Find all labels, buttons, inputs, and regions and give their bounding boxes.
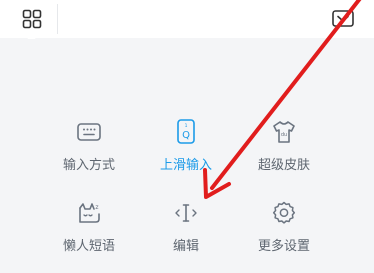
super-skin-label: 超级皮肤 — [257, 158, 310, 173]
text-cursor-edit-icon — [173, 200, 199, 226]
svg-text:z: z — [95, 204, 98, 211]
super-skin-button[interactable]: du 超级皮肤 — [244, 119, 324, 173]
svg-text:Q: Q — [182, 130, 190, 141]
more-settings-label: 更多设置 — [257, 239, 310, 254]
swipe-up-key-icon: 1 Q — [173, 119, 199, 145]
edit-label: 编辑 — [172, 239, 199, 254]
svg-text:1: 1 — [185, 123, 188, 129]
keyboard-toolbar — [0, 0, 374, 51]
gear-icon — [271, 200, 297, 226]
input-method-button[interactable]: 输入方式 — [49, 119, 129, 173]
svg-text:du: du — [281, 132, 287, 138]
edit-button[interactable]: 编辑 — [146, 200, 226, 254]
keyboard-collapse-icon[interactable] — [331, 8, 355, 30]
function-panel: 输入方式 1 Q 上滑输入 du 超级皮肤 z 懒人短语 编辑 更多设置 — [0, 39, 374, 273]
lazy-phrase-label: 懒人短语 — [62, 239, 115, 254]
tshirt-skin-icon: du — [271, 119, 297, 145]
more-settings-button[interactable]: 更多设置 — [244, 200, 324, 254]
input-method-label: 输入方式 — [62, 158, 115, 173]
toolbar-divider — [57, 4, 58, 34]
lazy-phrase-button[interactable]: z 懒人短语 — [49, 200, 129, 254]
grid-menu-icon[interactable] — [22, 9, 42, 29]
swipe-up-input-label: 上滑输入 — [159, 158, 212, 173]
keyboard-icon — [76, 119, 102, 145]
swipe-up-input-button[interactable]: 1 Q 上滑输入 — [146, 119, 226, 173]
lazy-cat-phrase-icon: z — [76, 200, 102, 226]
